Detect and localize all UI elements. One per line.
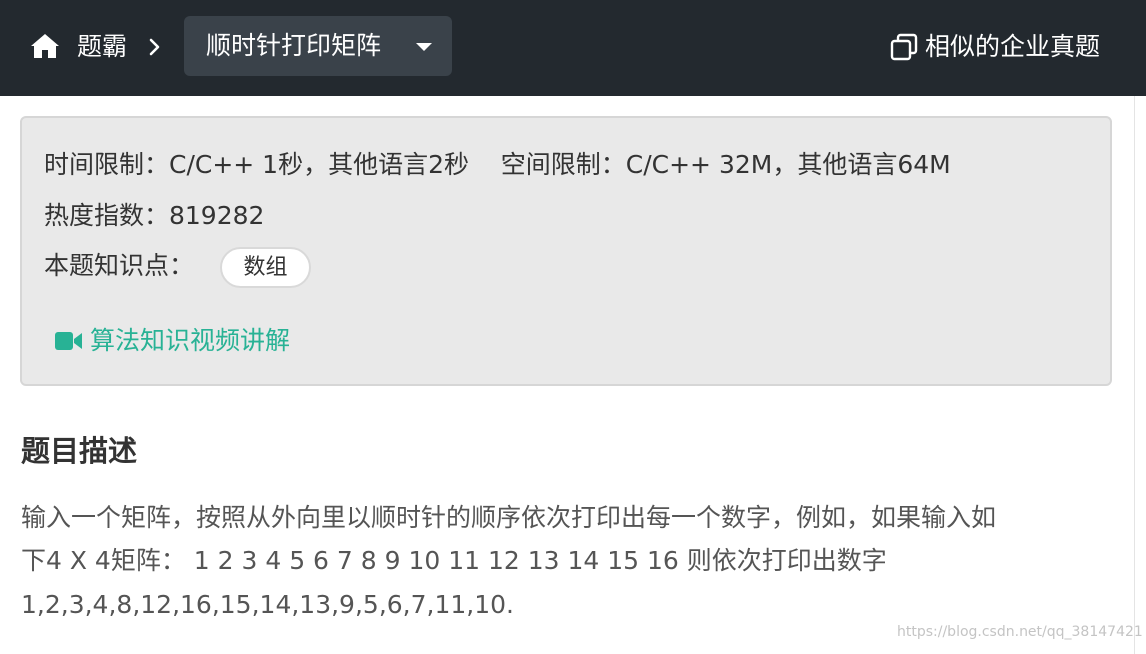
description-line: 1,2,3,4,8,12,16,15,14,13,9,5,6,7,11,10. xyxy=(21,590,514,619)
watermark-text: https://blog.csdn.net/qq_38147421 xyxy=(897,624,1143,640)
breadcrumb-root-link[interactable]: 题霸 xyxy=(77,27,127,67)
description-title: 题目描述 xyxy=(21,434,138,468)
description-line: 输入一个矩阵，按照从外向里以顺时针的顺序依次打印出每一个数字，例如，如果输入如 xyxy=(21,503,997,532)
caret-down-icon xyxy=(416,43,432,51)
problem-info-panel: 时间限制：C/C++ 1秒，其他语言2秒 空间限制：C/C++ 32M，其他语言… xyxy=(20,116,1112,386)
algorithm-video-label: 算法知识视频讲解 xyxy=(90,326,291,355)
top-navigation-bar: 题霸 顺时针打印矩阵 相似的企业真题 xyxy=(0,0,1146,96)
description-line: 下4 X 4矩阵： 1 2 3 4 5 6 7 8 9 10 11 12 13 … xyxy=(21,546,887,575)
knowledge-tag-array[interactable]: 数组 xyxy=(220,247,311,288)
knowledge-label: 本题知识点： xyxy=(44,251,195,280)
home-icon[interactable] xyxy=(30,33,60,59)
chevron-right-icon xyxy=(149,38,160,56)
limits-text: 时间限制：C/C++ 1秒，其他语言2秒 空间限制：C/C++ 32M，其他语言… xyxy=(44,150,951,179)
similar-questions-label: 相似的企业真题 xyxy=(925,32,1101,61)
similar-questions-link[interactable]: 相似的企业真题 xyxy=(890,27,1122,67)
problem-title-dropdown[interactable]: 顺时针打印矩阵 xyxy=(184,16,452,76)
problem-title: 顺时针打印矩阵 xyxy=(206,31,382,60)
algorithm-video-link[interactable]: 算法知识视频讲解 xyxy=(54,323,314,359)
video-camera-icon xyxy=(55,332,82,350)
copy-icon xyxy=(890,33,918,61)
heat-index-text: 热度指数：819282 xyxy=(44,201,265,230)
vertical-scrollbar[interactable] xyxy=(1134,96,1146,654)
